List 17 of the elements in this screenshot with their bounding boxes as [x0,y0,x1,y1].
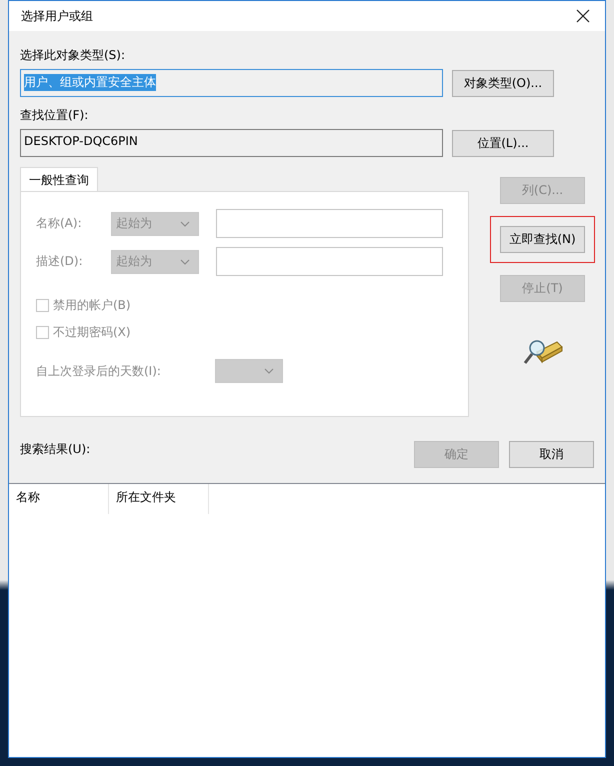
tab[interactable]: 一般性查询 [20,167,98,191]
column-header[interactable]: 所在文件夹 [109,484,209,514]
locations-button[interactable]: 位置(L)... [452,130,554,156]
field-label: 描述(D): [36,253,84,270]
field-label: 名称(A): [36,215,83,232]
window-title: 选择用户或组 [21,8,93,24]
side-button[interactable]: 立即查找(N) [500,226,585,253]
checkbox-label: 禁用的帐户(B) [53,297,131,314]
column-header[interactable]: 名称 [9,484,109,514]
field-label: 查找位置(F): [20,107,88,124]
object-types-button[interactable]: 对象类型(O)... [452,70,554,96]
field-label: 选择此对象类型(S): [20,47,126,64]
checkbox-label: 不过期密码(X) [53,324,131,341]
field-label: 自上次登录后的天数(I): [36,362,162,380]
dialog-button[interactable]: 取消 [509,441,594,468]
location-field[interactable]: DESKTOP-DQC6PIN [20,129,443,157]
results-label: 搜索结果(U): [20,441,90,458]
